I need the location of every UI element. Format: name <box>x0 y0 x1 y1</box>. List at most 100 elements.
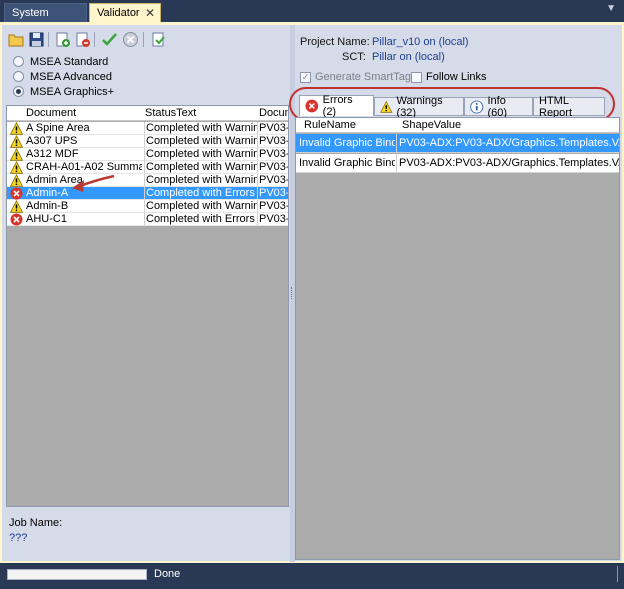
table-row[interactable]: AHU-C1 Completed with ErrorsPV03-AI <box>7 213 288 226</box>
cell-document: A Spine Area <box>26 122 90 134</box>
table-row[interactable]: Invalid Graphic BindingPV03-ADX:PV03-ADX… <box>296 134 619 153</box>
follow-links-checkbox[interactable] <box>411 71 422 83</box>
cell-document-id: PV03-AI <box>257 174 289 186</box>
mode-graphics-radio[interactable] <box>13 86 24 97</box>
column-header-statustext[interactable]: StatusText <box>145 107 196 119</box>
cell-document-id: PV03-AI <box>257 161 289 173</box>
table-row[interactable]: Admin-B Completed with WarningsPV03-AI <box>7 200 289 213</box>
tab-system-summary[interactable]: System Summary <box>4 3 87 38</box>
cell-status-text: Completed with Warnings <box>144 148 257 160</box>
project-name-value: Pillar_v10 on (local) <box>372 36 469 48</box>
cell-status-text: Completed with Warnings <box>144 174 257 186</box>
cell-document: Admin-A <box>26 187 69 199</box>
cell-document-id: PV03-AI <box>257 135 289 147</box>
toolbar-separator <box>94 32 95 47</box>
tab-html-report-label: HTML Report <box>539 94 573 119</box>
table-row[interactable]: Admin Area Completed with WarningsPV03-AI <box>7 174 289 187</box>
column-header-rulename[interactable]: RuleName <box>304 119 356 131</box>
column-header-document-id[interactable]: Docume <box>259 107 288 119</box>
mode-advanced-radio[interactable] <box>13 71 24 82</box>
mode-graphics-label: MSEA Graphics+ <box>30 85 115 98</box>
table-row[interactable]: A312 MDF Completed with WarningsPV03-AI <box>7 148 288 161</box>
validator-window: MSEA Standard MSEA Advanced MSEA Graphic… <box>0 22 624 563</box>
close-icon[interactable]: ✕ <box>145 4 155 23</box>
generate-smarttags-option: ✓ Generate SmartTags <box>300 70 417 84</box>
warning-icon <box>10 135 23 148</box>
mode-advanced-label: MSEA Advanced <box>30 70 112 83</box>
table-row[interactable]: Admin-A Completed with ErrorsPV03-AI <box>7 187 289 200</box>
mode-standard-label: MSEA Standard <box>30 55 109 68</box>
cell-status-text: Completed with Warnings <box>144 135 257 147</box>
error-icon <box>10 213 23 226</box>
documents-grid: Document StatusText Docume A Spine Area C… <box>6 105 289 507</box>
chevron-down-icon[interactable]: ▼ <box>606 3 616 14</box>
splitter-grip[interactable] <box>291 287 293 299</box>
right-panel: Project Name: Pillar_v10 on (local) SCT:… <box>289 27 620 560</box>
cell-status-text: Completed with Errors <box>144 187 257 199</box>
status-separator <box>617 566 618 582</box>
cell-document: A312 MDF <box>26 148 79 160</box>
mode-standard-option[interactable]: MSEA Standard <box>13 54 108 69</box>
cell-document: CRAH-A01-A02 Summary <box>26 161 142 173</box>
remove-icon[interactable] <box>74 31 91 48</box>
generate-smarttags-checkbox: ✓ <box>300 71 311 83</box>
project-name-label: Project Name: <box>300 36 370 48</box>
save-icon[interactable] <box>28 31 45 48</box>
table-row[interactable]: Invalid Graphic BindingPV03-ADX:PV03-ADX… <box>296 154 619 173</box>
toolbar <box>6 29 186 51</box>
tab-errors[interactable]: Errors (2) <box>299 94 374 118</box>
tab-validator[interactable]: Validator ✕ <box>89 3 161 22</box>
cell-document-id: PV03-AI <box>257 200 289 212</box>
sct-label: SCT: <box>342 51 366 63</box>
cell-status-text: Completed with Warnings <box>144 122 257 134</box>
cell-status-text: Completed with Warnings <box>144 161 257 173</box>
export-icon[interactable] <box>150 31 167 48</box>
cancel-icon[interactable] <box>122 31 139 48</box>
folder-open-icon[interactable] <box>8 31 25 48</box>
table-row[interactable]: A307 UPS Completed with WarningsPV03-AI <box>7 135 289 148</box>
sct-value: Pillar on (local) <box>372 51 445 63</box>
documents-grid-header: Document StatusText Docume <box>7 106 288 121</box>
column-header-shapevalue[interactable]: ShapeValue <box>402 119 461 131</box>
warning-icon <box>380 100 393 113</box>
tab-validator-label: Validator <box>97 7 140 19</box>
warning-icon <box>10 148 23 161</box>
mode-standard-radio[interactable] <box>13 56 24 67</box>
tab-html-report[interactable]: HTML Report <box>533 94 605 119</box>
cell-status-text: Completed with Errors <box>144 213 257 225</box>
results-grid-header: RuleName ShapeValue <box>296 118 619 133</box>
add-icon[interactable] <box>54 31 71 48</box>
column-header-document[interactable]: Document <box>26 107 76 119</box>
toolbar-separator <box>48 32 49 47</box>
document-tab-strip: System Summary Validator ✕ ▼ <box>0 0 624 38</box>
cell-document: AHU-C1 <box>26 213 67 225</box>
error-icon <box>10 187 23 200</box>
result-tabs: Errors (2) Warnings (32) Info (60) HTML … <box>295 94 620 119</box>
follow-links-option[interactable]: Follow Links <box>411 70 487 84</box>
info-icon <box>470 99 484 114</box>
tab-warnings[interactable]: Warnings (32) <box>374 94 464 119</box>
table-row[interactable]: CRAH-A01-A02 Summary Completed with Warni… <box>7 161 289 174</box>
cell-rule-name: Invalid Graphic Binding <box>299 157 395 169</box>
warning-icon <box>10 161 23 174</box>
results-grid: RuleName ShapeValue Invalid Graphic Bind… <box>295 117 620 560</box>
cell-status-text: Completed with Warnings <box>144 200 257 212</box>
check-icon[interactable] <box>101 31 118 48</box>
cell-document: Admin Area <box>26 174 83 186</box>
cell-document-id: PV03-AI <box>257 187 289 199</box>
toolbar-separator <box>143 32 144 47</box>
mode-graphics-option[interactable]: MSEA Graphics+ <box>13 84 114 99</box>
tab-warnings-label: Warnings (32) <box>396 94 443 119</box>
cell-shape-value: PV03-ADX:PV03-ADX/Graphics.Templates.VAV… <box>396 154 619 173</box>
tab-errors-label: Errors (2) <box>322 94 353 118</box>
tab-info[interactable]: Info (60) <box>464 94 533 119</box>
mode-advanced-option[interactable]: MSEA Advanced <box>13 69 112 84</box>
cell-shape-value: PV03-ADX:PV03-ADX/Graphics.Templates.VAV… <box>396 134 619 153</box>
tab-info-label: Info (60) <box>487 94 508 119</box>
cell-document-id: PV03-AI <box>257 122 289 134</box>
cell-rule-name: Invalid Graphic Binding <box>299 137 395 149</box>
status-bar: Done <box>0 563 624 589</box>
progress-bar <box>7 569 147 580</box>
table-row[interactable]: A Spine Area Completed with WarningsPV03-… <box>7 122 289 135</box>
cell-document: A307 UPS <box>26 135 78 147</box>
